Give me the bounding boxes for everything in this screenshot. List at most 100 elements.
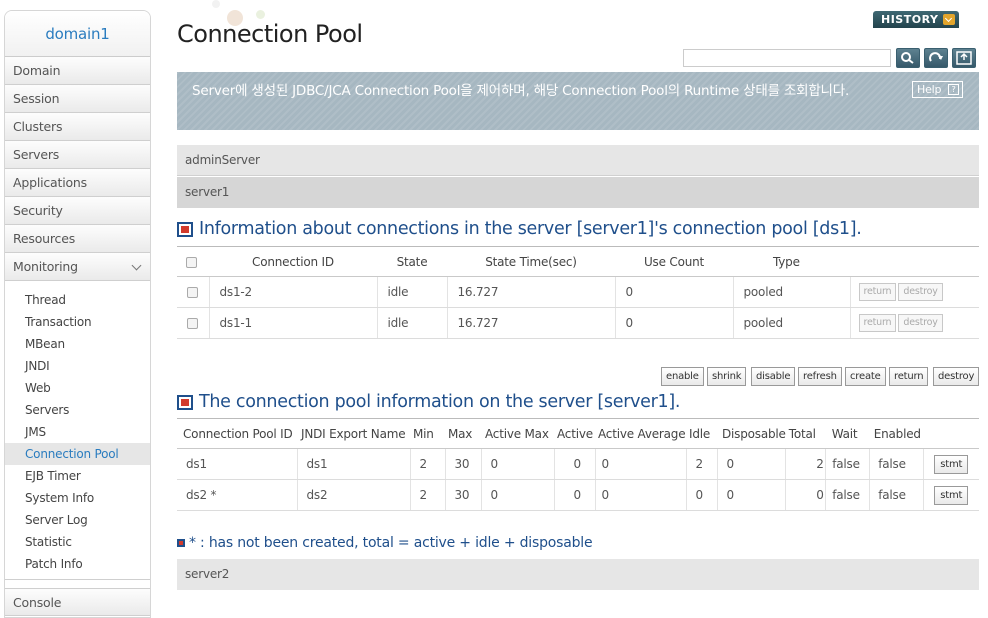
cell-wait: false [825, 479, 870, 511]
return-action-button[interactable]: return [889, 367, 929, 386]
cell-type: pooled [732, 276, 850, 308]
decor-dot [256, 10, 265, 19]
col-total: Total [785, 418, 826, 449]
cell-enabled: false [869, 479, 924, 511]
sub-statistic[interactable]: Statistic [5, 531, 150, 553]
return-button[interactable]: return [858, 314, 897, 332]
col-disposable: Disposable [717, 418, 786, 449]
col-enabled: Enabled [869, 418, 924, 449]
nav-clusters[interactable]: Clusters [5, 113, 150, 141]
sub-jms[interactable]: JMS [5, 421, 150, 443]
sub-server-log[interactable]: Server Log [5, 509, 150, 531]
section-connections-title-text: Information about connections in the ser… [199, 219, 862, 239]
refresh-button[interactable] [924, 48, 948, 68]
disable-button[interactable]: disable [751, 367, 796, 386]
col-wait: Wait [825, 418, 870, 449]
col-state-time: State Time(sec) [447, 246, 615, 277]
connections-table: Connection ID State State Time(sec) Use … [177, 246, 979, 339]
help-button[interactable]: Help ? [912, 81, 963, 98]
nav-console[interactable]: Console [5, 588, 150, 616]
cell-type: pooled [732, 307, 850, 339]
cell-total: 2 [785, 448, 826, 480]
sub-mbean[interactable]: MBean [5, 333, 150, 355]
cell-state-time: 16.727 [446, 307, 615, 339]
section-bullet-icon [177, 394, 193, 410]
nav-servers[interactable]: Servers [5, 141, 150, 169]
sub-ejb-timer[interactable]: EJB Timer [5, 465, 150, 487]
destroy-button[interactable]: destroy [898, 314, 943, 332]
cell-stmt: stmt [923, 448, 979, 480]
search-input[interactable] [683, 49, 891, 67]
create-button[interactable]: create [845, 367, 886, 386]
domain-title[interactable]: domain1 [5, 11, 150, 57]
table-row: ds1 ds1 2 30 0 0 0 2 0 2 false false stm… [177, 448, 979, 480]
shrink-button[interactable]: shrink [707, 367, 747, 386]
sub-transaction[interactable]: Transaction [5, 311, 150, 333]
refresh-action-button[interactable]: refresh [798, 367, 842, 386]
sub-servers[interactable]: Servers [5, 399, 150, 421]
server-row-server2[interactable]: server2 [177, 559, 979, 590]
nav-monitoring-label: Monitoring [13, 259, 78, 274]
server-row-admin[interactable]: adminServer [177, 145, 979, 176]
pool-table: Connection Pool ID JNDI Export Name Min … [177, 418, 979, 511]
section-pool-title-text: The connection pool information on the s… [199, 392, 681, 412]
col-pool-id: Connection Pool ID [177, 418, 297, 449]
col-type: Type [733, 246, 850, 277]
enable-button[interactable]: enable [661, 367, 704, 386]
nav-applications[interactable]: Applications [5, 169, 150, 197]
history-label: HISTORY [881, 13, 939, 26]
sub-system-info[interactable]: System Info [5, 487, 150, 509]
cell-active-max: 0 [480, 448, 554, 480]
table-header-row: Connection Pool ID JNDI Export Name Min … [177, 418, 979, 449]
col-actions [850, 246, 979, 277]
cell-stmt: stmt [923, 479, 979, 511]
row-checkbox[interactable] [187, 318, 198, 329]
select-all-checkbox[interactable] [186, 256, 197, 268]
stmt-button[interactable]: stmt [934, 485, 969, 505]
cell-enabled: false [869, 448, 924, 480]
section-connections-title: Information about connections in the ser… [177, 219, 862, 239]
destroy-button[interactable]: destroy [898, 283, 943, 301]
search-icon [901, 52, 914, 64]
legend-note: * : has not been created, total = active… [177, 535, 593, 551]
cell-min: 2 [409, 479, 445, 511]
server-row-server1[interactable]: server1 [177, 177, 979, 208]
cell-active-average: 0 [594, 448, 686, 480]
row-checkbox[interactable] [187, 287, 198, 298]
cell-max: 30 [444, 479, 481, 511]
row-select-cell [177, 307, 209, 339]
col-use-count: Use Count [615, 246, 733, 277]
nav-security[interactable]: Security [5, 197, 150, 225]
section-bullet-icon [177, 221, 193, 237]
page-title: Connection Pool [177, 20, 363, 48]
return-button[interactable]: return [858, 283, 897, 301]
export-button[interactable] [952, 48, 976, 68]
cell-disposable: 0 [716, 448, 786, 480]
sub-patch-info[interactable]: Patch Info [5, 553, 150, 575]
stmt-button[interactable]: stmt [934, 454, 969, 474]
sub-connection-pool[interactable]: Connection Pool [5, 443, 150, 465]
cell-use-count: 0 [614, 307, 733, 339]
cell-active-average: 0 [594, 479, 686, 511]
cell-active-max: 0 [480, 479, 554, 511]
sub-web[interactable]: Web [5, 377, 150, 399]
sub-jndi[interactable]: JNDI [5, 355, 150, 377]
col-stmt [923, 418, 979, 449]
nav-domain[interactable]: Domain [5, 57, 150, 85]
cell-idle: 2 [685, 448, 717, 480]
cell-pool-id: ds2 * [177, 479, 297, 511]
nav-monitoring[interactable]: Monitoring [5, 253, 150, 281]
search-button[interactable] [896, 48, 920, 68]
nav-session[interactable]: Session [5, 85, 150, 113]
destroy-action-button[interactable]: destroy [933, 367, 980, 386]
col-jndi: JNDI Export Name [297, 418, 410, 449]
chevron-down-icon [943, 14, 955, 25]
col-active: Active [554, 418, 595, 449]
cell-pool-id: ds1 [177, 448, 297, 480]
sub-thread[interactable]: Thread [5, 289, 150, 311]
history-button[interactable]: HISTORY [873, 11, 959, 28]
cell-jndi: ds2 [296, 479, 410, 511]
select-all-cell [177, 246, 209, 277]
nav-resources[interactable]: Resources [5, 225, 150, 253]
cell-actions: return destroy [849, 276, 979, 308]
